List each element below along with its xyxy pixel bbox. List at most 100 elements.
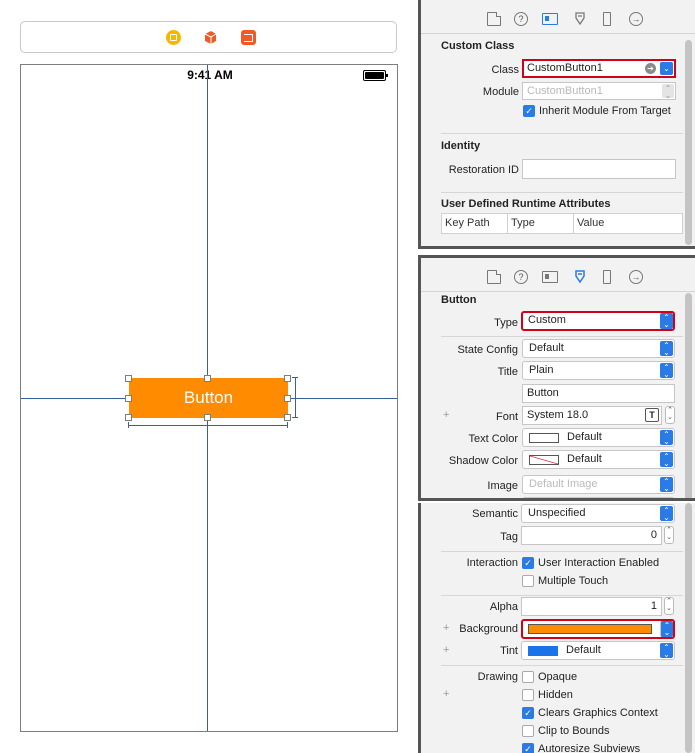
attributes-inspector-icon[interactable] <box>573 12 587 26</box>
autoresize-checkbox[interactable]: ✓ <box>522 743 534 753</box>
module-field[interactable]: CustomButton1 ⌃ ⌄ <box>522 82 676 100</box>
text-color-label: Text Color <box>468 433 518 445</box>
inherit-module-checkbox[interactable]: ✓ <box>523 105 535 117</box>
class-label: Class <box>491 64 519 76</box>
scrollbar[interactable] <box>685 293 692 498</box>
background-stepper-icon: ⌃ ⌄ <box>660 621 673 637</box>
view-controller-icon[interactable] <box>166 30 181 45</box>
font-field[interactable]: System 18.0 T <box>522 406 662 425</box>
restoration-id-label: Restoration ID <box>448 164 519 176</box>
module-dropdown-chevron-icon[interactable]: ⌃ ⌄ <box>662 84 674 99</box>
first-responder-icon[interactable] <box>203 30 218 45</box>
module-label: Module <box>482 86 519 98</box>
font-picker-icon[interactable]: T <box>645 408 659 422</box>
size-inspector-icon[interactable] <box>603 12 611 26</box>
tint-color-popup[interactable]: Default ⌃ ⌄ <box>521 641 675 660</box>
hidden-variation-plus-icon[interactable]: + <box>443 688 449 700</box>
resize-handle-b[interactable] <box>204 414 211 421</box>
font-label: Font <box>495 411 518 423</box>
identity-inspector-icon[interactable] <box>542 271 558 283</box>
alpha-label: Alpha <box>489 601 518 613</box>
clip-bounds-checkbox[interactable] <box>522 725 534 737</box>
help-icon[interactable]: ? <box>514 270 528 284</box>
alpha-field[interactable]: 1 <box>521 597 662 616</box>
exit-icon[interactable] <box>241 30 256 45</box>
column-type[interactable]: Type <box>508 214 574 233</box>
resize-handle-tl[interactable] <box>125 375 132 382</box>
image-stepper-icon: ⌃ ⌄ <box>660 477 673 493</box>
image-combo[interactable]: Default Image ⌃ ⌄ <box>522 475 675 494</box>
divider <box>441 336 683 337</box>
resize-handle-l[interactable] <box>125 395 132 402</box>
inspector-tab-bar: ? → <box>421 0 695 34</box>
column-value[interactable]: Value <box>574 214 682 233</box>
identity-inspector: ? → Custom Class Class CustomButton1 ➔ ⌄… <box>418 0 695 249</box>
file-inspector-icon[interactable] <box>487 270 501 284</box>
runtime-attributes-table[interactable]: Key Path Type Value <box>441 213 683 234</box>
class-field-value: CustomButton1 <box>527 62 603 74</box>
hidden-checkbox[interactable] <box>522 689 534 701</box>
tint-label: Tint <box>500 645 518 657</box>
width-dimension-indicator <box>128 422 288 428</box>
background-color-popup[interactable]: ⌃ ⌄ <box>521 619 675 639</box>
tag-field[interactable]: 0 <box>521 526 662 545</box>
alpha-stepper[interactable]: ⌃ ⌄ <box>664 597 674 615</box>
title-stepper-icon: ⌃ ⌄ <box>660 363 673 379</box>
resize-handle-t[interactable] <box>204 375 211 382</box>
multiple-touch-checkbox[interactable] <box>522 575 534 587</box>
scrollbar[interactable] <box>685 40 692 245</box>
semantic-stepper-icon: ⌃ ⌄ <box>660 506 673 522</box>
go-to-class-arrow-icon[interactable]: ➔ <box>645 63 656 74</box>
multiple-touch-label: Multiple Touch <box>538 575 609 587</box>
resize-handle-tr[interactable] <box>284 375 291 382</box>
font-size-stepper[interactable]: ⌃ ⌄ <box>665 406 675 424</box>
resize-handle-bl[interactable] <box>125 414 132 421</box>
shadow-color-label: Shadow Color <box>448 455 518 467</box>
text-color-stepper-icon: ⌃ ⌄ <box>660 430 673 446</box>
clears-context-label: Clears Graphics Context <box>538 707 658 719</box>
battery-icon <box>363 70 388 81</box>
semantic-popup[interactable]: Unspecified ⌃ ⌄ <box>521 504 675 523</box>
image-secondary-stepper-icon: ⌃⌄ <box>660 499 673 501</box>
type-stepper-icon: ⌃ ⌄ <box>660 313 673 329</box>
column-key-path[interactable]: Key Path <box>442 214 508 233</box>
image-label: Image <box>487 480 518 492</box>
type-popup[interactable]: Custom ⌃ ⌄ <box>521 311 675 331</box>
module-placeholder: CustomButton1 <box>527 85 603 97</box>
opaque-checkbox[interactable] <box>522 671 534 683</box>
title-label: Title <box>497 366 518 378</box>
tag-stepper[interactable]: ⌃ ⌄ <box>664 526 674 544</box>
class-dropdown-chevron-icon[interactable]: ⌄ <box>660 62 673 75</box>
size-inspector-icon[interactable] <box>603 270 611 284</box>
attributes-inspector-icon[interactable] <box>573 270 587 284</box>
custom-button[interactable]: Button <box>129 378 288 418</box>
shadow-stepper-icon: ⌃ ⌄ <box>660 452 673 468</box>
restoration-id-field[interactable] <box>522 159 676 179</box>
text-color-swatch <box>529 433 559 443</box>
resize-handle-br[interactable] <box>284 414 291 421</box>
divider <box>441 192 683 193</box>
state-config-value: Default <box>529 342 564 354</box>
class-field[interactable]: CustomButton1 ➔ ⌄ <box>522 59 676 78</box>
image-secondary-popup[interactable]: ⌃⌄ <box>522 497 675 501</box>
clears-context-checkbox[interactable]: ✓ <box>522 707 534 719</box>
user-interaction-checkbox[interactable]: ✓ <box>522 557 534 569</box>
connections-inspector-icon[interactable]: → <box>629 270 643 284</box>
semantic-label: Semantic <box>472 508 518 520</box>
text-color-popup[interactable]: Default ⌃ ⌄ <box>522 428 675 447</box>
background-label: Background <box>459 623 518 635</box>
scrollbar[interactable] <box>685 503 692 753</box>
connections-inspector-icon[interactable]: → <box>629 12 643 26</box>
divider <box>441 595 683 596</box>
clip-bounds-label: Clip to Bounds <box>538 725 610 737</box>
help-icon[interactable]: ? <box>514 12 528 26</box>
title-style-popup[interactable]: Plain ⌃ ⌄ <box>522 361 675 380</box>
title-text-field[interactable]: Button <box>522 384 675 403</box>
divider <box>441 133 683 134</box>
identity-inspector-icon[interactable] <box>542 13 558 25</box>
resize-handle-r[interactable] <box>284 395 291 402</box>
state-config-popup[interactable]: Default ⌃ ⌄ <box>522 339 675 358</box>
shadow-color-popup[interactable]: Default ⌃ ⌄ <box>522 450 675 469</box>
identity-header: Identity <box>441 140 481 152</box>
file-inspector-icon[interactable] <box>487 12 501 26</box>
